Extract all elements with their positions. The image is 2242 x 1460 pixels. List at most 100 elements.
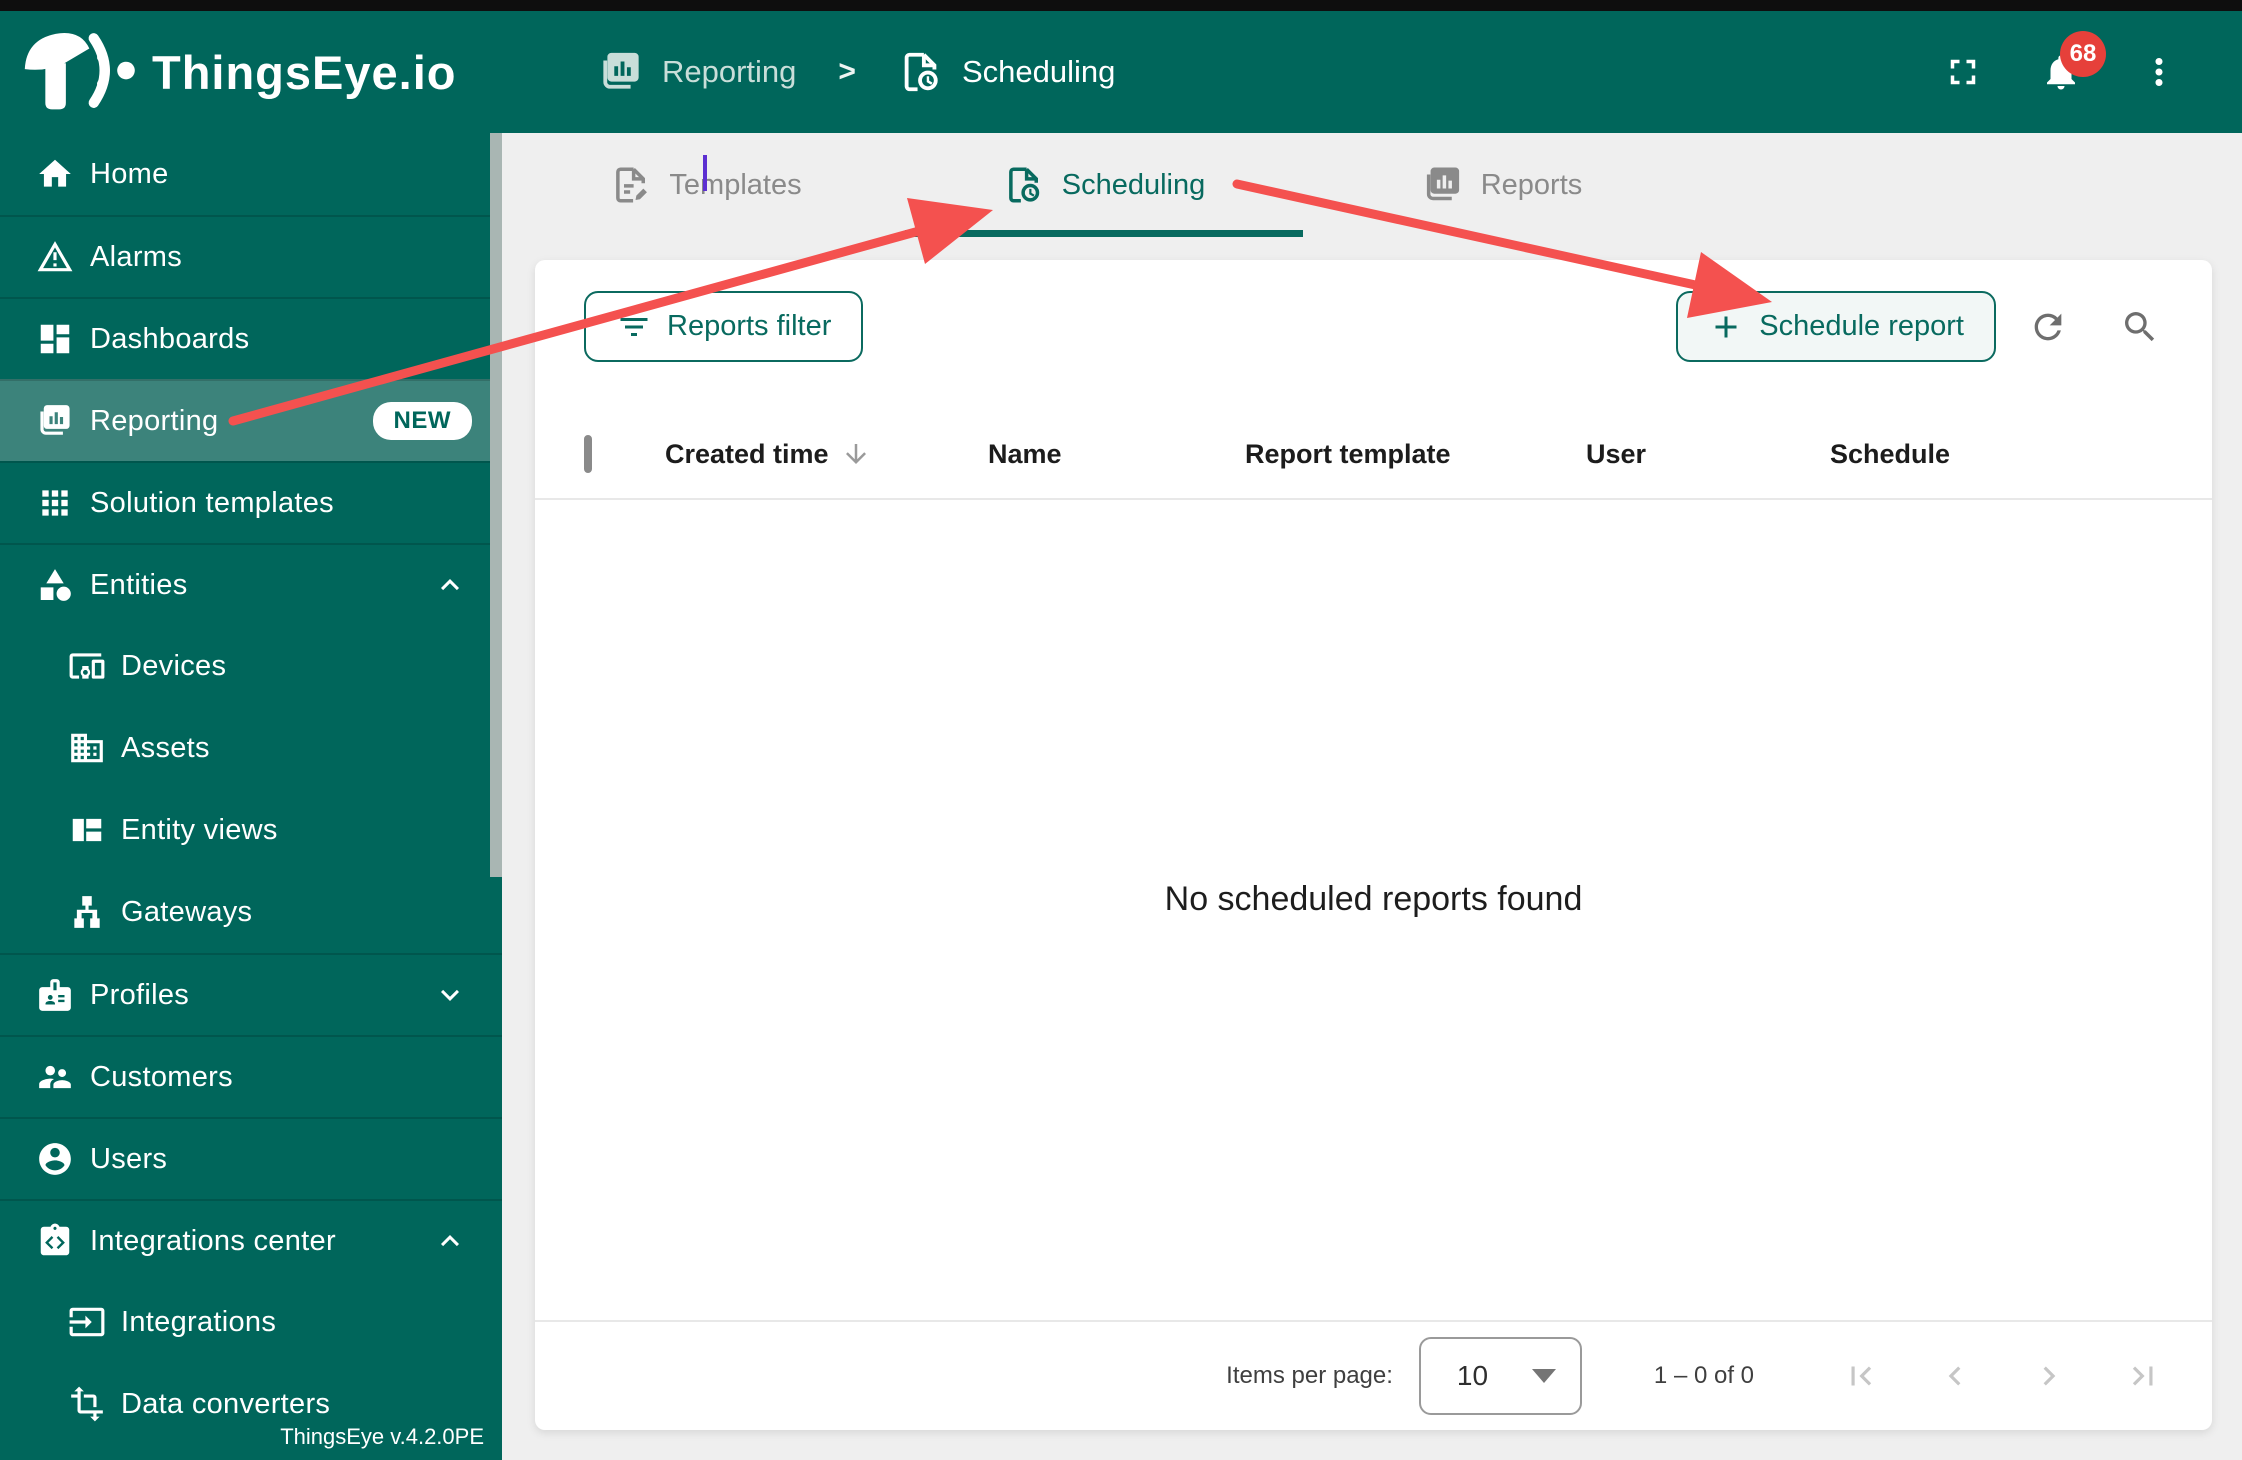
tab-scheduling[interactable]: Scheduling — [905, 133, 1303, 237]
breadcrumb-separator: > — [838, 55, 856, 88]
main-content: Templates Scheduling Reports Reports fil… — [502, 133, 2242, 1460]
more-vert-icon[interactable] — [2138, 51, 2180, 93]
app-version: ThingsEye v.4.2.0PE — [280, 1424, 484, 1449]
tab-reports[interactable]: Reports — [1303, 133, 1701, 237]
last-page-button[interactable] — [2124, 1357, 2162, 1395]
sort-descending-icon[interactable] — [841, 439, 871, 469]
app-header: ThingsEye.io Reporting > Scheduling 68 — [0, 11, 2242, 133]
sidebar-item-dashboards[interactable]: Dashboards — [0, 297, 502, 379]
search-icon — [2125, 312, 2155, 342]
sidebar-item-entity-views[interactable]: Entity views — [0, 789, 502, 871]
app-screen: ThingsEye.io Reporting > Scheduling 68 H… — [0, 0, 2242, 1460]
schedule-report-button[interactable]: Schedule report — [1676, 291, 1996, 362]
sidebar-item-home[interactable]: Home — [0, 133, 502, 215]
first-page-button[interactable] — [1842, 1357, 1880, 1395]
sidebar-scrollbar[interactable] — [490, 133, 502, 877]
logo[interactable]: ThingsEye.io — [0, 28, 502, 116]
browser-top-strip — [0, 0, 2242, 11]
chevron-down-icon[interactable] — [432, 977, 468, 1013]
column-header-report-template[interactable]: Report template — [1245, 439, 1586, 470]
reports-icon — [1426, 167, 1459, 201]
profiles-icon — [36, 976, 74, 1014]
scheduling-icon — [904, 52, 938, 92]
customers-icon — [36, 1058, 74, 1096]
sidebar-item-gateways[interactable]: Gateways — [0, 871, 502, 953]
breadcrumb-label: Reporting — [662, 54, 797, 89]
scheduling-icon — [1008, 167, 1039, 203]
tab-label: Templates — [669, 168, 802, 201]
first-page-icon — [1851, 1366, 1872, 1386]
reporting-icon — [603, 52, 639, 89]
integrations-center-icon — [36, 1222, 74, 1260]
sidebar-item-users[interactable]: Users — [0, 1117, 502, 1199]
integrations-icon — [68, 1303, 106, 1341]
users-icon — [36, 1140, 74, 1178]
entity-views-icon — [68, 811, 106, 849]
chevron-up-icon[interactable] — [432, 567, 468, 603]
previous-page-button[interactable] — [1936, 1357, 1974, 1395]
refresh-icon — [2034, 313, 2062, 341]
alarms-icon — [36, 238, 74, 276]
refresh-button[interactable] — [2028, 307, 2068, 347]
breadcrumb-item-reporting[interactable]: Reporting — [598, 49, 796, 95]
filter-icon — [620, 317, 648, 336]
chevron-up-icon[interactable] — [432, 1223, 468, 1259]
sidebar-item-profiles[interactable]: Profiles — [0, 953, 502, 1035]
reporting-icon — [36, 402, 74, 440]
select-caret-icon — [1531, 1369, 1556, 1383]
assets-icon — [68, 729, 106, 767]
next-page-button[interactable] — [2030, 1357, 2068, 1395]
empty-state-message: No scheduled reports found — [1164, 880, 1583, 918]
select-all-cell — [584, 434, 665, 473]
chevron-left-icon — [1948, 1366, 1961, 1386]
notifications-bell-icon[interactable]: 68 — [2040, 31, 2106, 93]
sidebar-item-integrations-center[interactable]: Integrations center — [0, 1199, 502, 1281]
entities-icon — [36, 566, 74, 604]
card-toolbar: Reports filter Schedule report — [535, 260, 2212, 410]
table-header-row: Created time Name Report template User S… — [535, 410, 2212, 500]
home-icon — [36, 155, 74, 193]
chevron-right-icon — [2043, 1366, 2056, 1386]
fullscreen-icon[interactable] — [1942, 51, 1984, 93]
select-all-checkbox[interactable] — [584, 434, 592, 473]
column-header-name[interactable]: Name — [988, 439, 1245, 470]
gateways-icon — [68, 893, 106, 931]
breadcrumb-item-scheduling[interactable]: Scheduling — [898, 49, 1115, 95]
breadcrumb-label: Scheduling — [961, 54, 1116, 89]
sidebar-item-customers[interactable]: Customers — [0, 1035, 502, 1117]
column-header-schedule[interactable]: Schedule — [1830, 439, 2212, 470]
sidebar-item-alarms[interactable]: Alarms — [0, 215, 502, 297]
last-page-icon — [2132, 1366, 2153, 1386]
reports-filter-button[interactable]: Reports filter — [584, 291, 864, 362]
sidebar-nav: Home Alarms Dashboards Reporting NEW Sol… — [0, 133, 502, 1445]
tab-label: Scheduling — [1061, 168, 1206, 201]
solution-templates-icon — [36, 484, 74, 522]
column-header-user[interactable]: User — [1586, 439, 1830, 470]
sidebar-item-reporting[interactable]: Reporting NEW — [0, 379, 502, 461]
logo-text: ThingsEye.io — [152, 45, 457, 99]
sidebar-item-entities[interactable]: Entities — [0, 543, 502, 625]
sidebar-item-solution-templates[interactable]: Solution templates — [0, 461, 502, 543]
sidebar-item-assets[interactable]: Assets — [0, 707, 502, 789]
search-button[interactable] — [2120, 307, 2160, 347]
paginator: Items per page: 10 1 – 0 of 0 — [535, 1320, 2212, 1430]
page-size-select[interactable]: 10 — [1418, 1337, 1582, 1415]
data-converters-icon — [68, 1385, 106, 1423]
tab-label: Reports — [1480, 168, 1583, 201]
sidebar-item-integrations[interactable]: Integrations — [0, 1281, 502, 1363]
sidebar: Home Alarms Dashboards Reporting NEW Sol… — [0, 133, 502, 1460]
paginator-nav — [1842, 1357, 2162, 1395]
notification-count-badge[interactable]: 68 — [2060, 31, 2106, 77]
column-header-created-time[interactable]: Created time — [665, 439, 988, 470]
items-per-page-label: Items per page: — [1226, 1362, 1393, 1389]
plus-icon — [1715, 316, 1737, 337]
text-cursor-artifact — [703, 155, 707, 191]
devices-icon — [68, 647, 106, 685]
logo-mark-icon — [22, 28, 142, 116]
dashboards-icon — [36, 320, 74, 358]
paginator-range-label: 1 – 0 of 0 — [1653, 1362, 1754, 1389]
scheduled-reports-card: Reports filter Schedule report Created t… — [535, 260, 2212, 1430]
tab-bar: Templates Scheduling Reports — [507, 133, 1701, 237]
page-size-value: 10 — [1456, 1360, 1489, 1391]
sidebar-item-devices[interactable]: Devices — [0, 625, 502, 707]
